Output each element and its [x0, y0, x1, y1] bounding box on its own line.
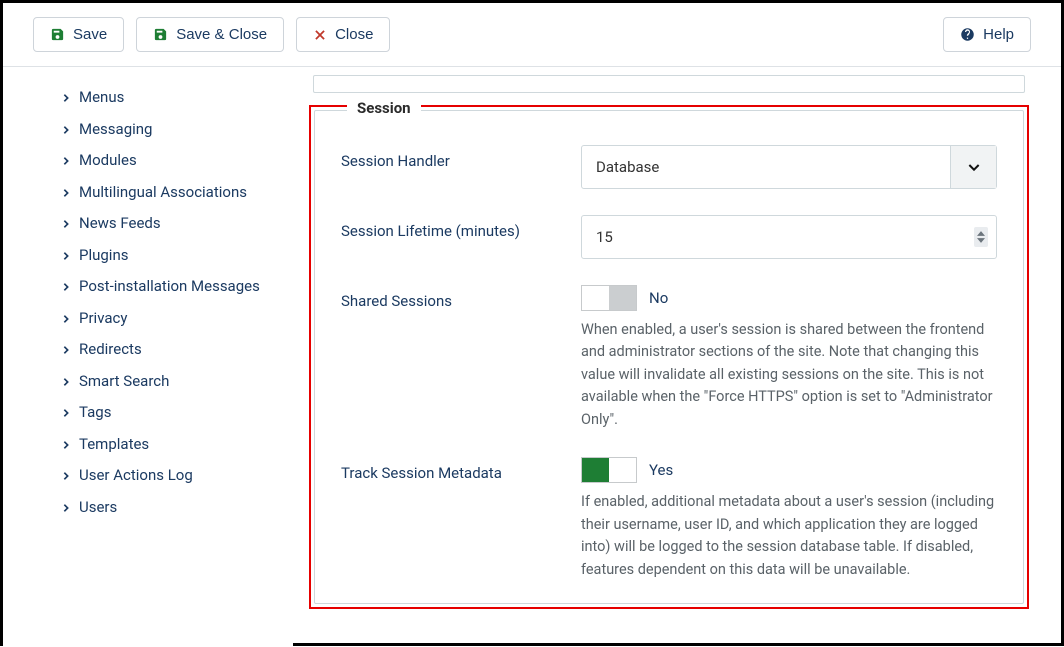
sidebar-item-label: Users: [79, 498, 117, 518]
sidebar-item-label: News Feeds: [79, 214, 161, 234]
sidebar-item-modules[interactable]: Modules: [61, 146, 275, 178]
fieldset-legend: Session: [347, 99, 421, 117]
chevron-right-icon: [61, 248, 71, 268]
sidebar-item-plugins[interactable]: Plugins: [61, 241, 275, 273]
save-button[interactable]: Save: [33, 17, 124, 52]
previous-fieldset-bottom: [313, 75, 1025, 93]
chevron-right-icon: [61, 185, 71, 205]
sidebar-item-label: Messaging: [79, 120, 152, 140]
sidebar-item-label: Menus: [79, 88, 124, 108]
sidebar-item-menus[interactable]: Menus: [61, 83, 275, 115]
shared-sessions-label: Shared Sessions: [341, 285, 581, 310]
sidebar-item-label: Modules: [79, 151, 137, 171]
session-lifetime-label: Session Lifetime (minutes): [341, 215, 581, 240]
session-fieldset: Session Session Handler Database Session…: [314, 110, 1024, 604]
save-and-close-button-label: Save & Close: [176, 26, 267, 43]
session-highlight-border: Session Session Handler Database Session…: [309, 105, 1029, 609]
track-session-metadata-label: Track Session Metadata: [341, 457, 581, 482]
sidebar-item-label: Templates: [79, 435, 149, 455]
close-icon: [313, 28, 327, 42]
chevron-right-icon: [61, 342, 71, 362]
chevron-right-icon: [61, 405, 71, 425]
sidebar-item-label: Tags: [79, 403, 111, 423]
sidebar-item-label: User Actions Log: [79, 466, 193, 486]
toggle-knob: [582, 458, 609, 482]
sidebar-item-label: Redirects: [79, 340, 142, 360]
sidebar-item-label: Post-installation Messages: [79, 277, 260, 297]
help-button-label: Help: [983, 26, 1014, 43]
session-lifetime-value: 15: [596, 228, 613, 246]
shared-sessions-row: Shared Sessions No When enabled, a user'…: [341, 285, 997, 431]
close-button[interactable]: Close: [296, 17, 390, 52]
session-handler-value: Database: [582, 158, 673, 176]
track-session-metadata-description: If enabled, additional metadata about a …: [581, 491, 997, 581]
sidebar-item-redirects[interactable]: Redirects: [61, 335, 275, 367]
sidebar-item-smart-search[interactable]: Smart Search: [61, 367, 275, 399]
sidebar: Menus Messaging Modules Multilingual Ass…: [3, 67, 293, 647]
sidebar-item-label: Privacy: [79, 309, 127, 329]
chevron-right-icon: [61, 122, 71, 142]
chevron-right-icon: [61, 437, 71, 457]
chevron-right-icon: [61, 216, 71, 236]
sidebar-item-multilingual-associations[interactable]: Multilingual Associations: [61, 178, 275, 210]
shared-sessions-toggle[interactable]: [581, 285, 637, 311]
close-button-label: Close: [335, 26, 373, 43]
sidebar-item-label: Plugins: [79, 246, 128, 266]
session-lifetime-row: Session Lifetime (minutes) 15: [341, 215, 997, 259]
chevron-right-icon: [61, 153, 71, 173]
number-spinner-icon[interactable]: [974, 227, 988, 247]
chevron-right-icon: [61, 500, 71, 520]
sidebar-item-user-actions-log[interactable]: User Actions Log: [61, 461, 275, 493]
session-handler-row: Session Handler Database: [341, 145, 997, 189]
sidebar-item-users[interactable]: Users: [61, 493, 275, 525]
sidebar-item-messaging[interactable]: Messaging: [61, 115, 275, 147]
help-button[interactable]: Help: [943, 17, 1031, 52]
sidebar-item-news-feeds[interactable]: News Feeds: [61, 209, 275, 241]
sidebar-item-post-installation-messages[interactable]: Post-installation Messages: [61, 272, 275, 304]
save-icon: [153, 27, 168, 42]
track-session-metadata-value: Yes: [649, 461, 673, 479]
save-and-close-button[interactable]: Save & Close: [136, 17, 284, 52]
track-session-metadata-toggle[interactable]: [581, 457, 637, 483]
toggle-knob: [609, 286, 636, 310]
shared-sessions-description: When enabled, a user's session is shared…: [581, 319, 997, 431]
chevron-right-icon: [61, 468, 71, 488]
session-handler-select[interactable]: Database: [581, 145, 997, 189]
sidebar-item-label: Smart Search: [79, 372, 169, 392]
chevron-right-icon: [61, 279, 71, 299]
session-handler-label: Session Handler: [341, 145, 581, 170]
chevron-right-icon: [61, 90, 71, 110]
help-icon: [960, 27, 975, 42]
sidebar-item-templates[interactable]: Templates: [61, 430, 275, 462]
page-layout: Menus Messaging Modules Multilingual Ass…: [3, 67, 1061, 647]
save-icon: [50, 27, 65, 42]
chevron-down-icon: [950, 146, 996, 188]
main-content: Session Session Handler Database Session…: [293, 67, 1061, 647]
sidebar-item-tags[interactable]: Tags: [61, 398, 275, 430]
sidebar-item-label: Multilingual Associations: [79, 183, 247, 203]
shared-sessions-value: No: [649, 289, 668, 307]
save-button-label: Save: [73, 26, 107, 43]
chevron-right-icon: [61, 311, 71, 331]
toolbar: Save Save & Close Close Help: [3, 3, 1061, 67]
session-lifetime-input[interactable]: 15: [581, 215, 997, 259]
track-session-metadata-row: Track Session Metadata Yes If enabled, a…: [341, 457, 997, 581]
sidebar-item-privacy[interactable]: Privacy: [61, 304, 275, 336]
chevron-right-icon: [61, 374, 71, 394]
